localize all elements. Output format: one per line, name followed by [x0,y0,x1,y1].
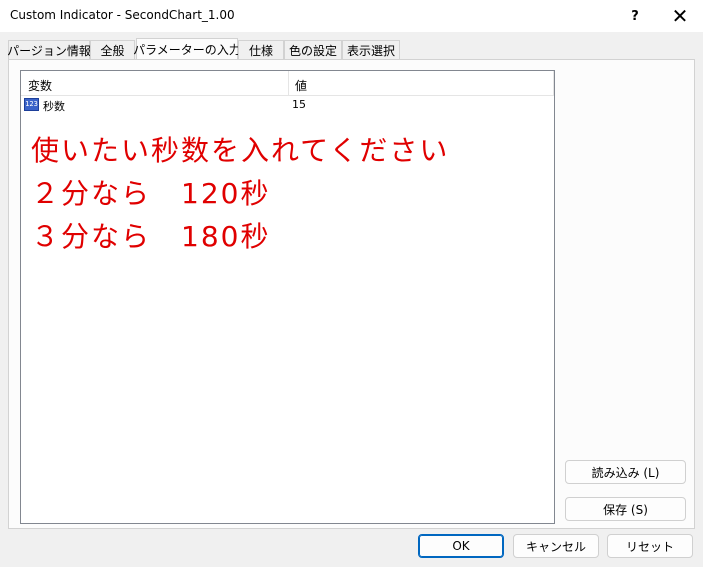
cancel-button[interactable]: キャンセル [513,534,599,558]
column-divider[interactable] [288,71,289,95]
integer-type-icon: 123 [24,98,39,111]
annotation-line-1: 使いたい秒数を入れてください [31,134,450,167]
annotation-line-3: ３分なら 180秒 [31,220,271,253]
window-title: Custom Indicator - SecondChart_1.00 [10,8,235,22]
column-divider[interactable] [553,71,554,95]
close-icon: ✕ [671,4,689,28]
parameter-list[interactable]: 変数 値 123 秒数 15 使いたい秒数を入れてください ２分なら 120秒 … [20,70,555,524]
row-value[interactable]: 15 [292,98,306,111]
row-variable-name: 秒数 [43,100,65,113]
annotation-line-2: ２分なら 120秒 [31,177,271,210]
title-bar: Custom Indicator - SecondChart_1.00 ? ✕ [0,0,703,32]
tab-general[interactable]: 全般 [90,40,135,59]
reset-button[interactable]: リセット [607,534,693,558]
table-row[interactable]: 123 秒数 15 [21,96,554,114]
tab-specification[interactable]: 仕様 [238,40,284,59]
list-header: 変数 値 [21,71,554,96]
ok-button[interactable]: OK [418,534,504,558]
tab-version-info[interactable]: パージョン情報 [7,40,91,59]
tab-colors[interactable]: 色の設定 [284,40,342,59]
load-button[interactable]: 読み込み (L) [565,460,686,484]
tab-parameters[interactable]: パラメーターの入力 [133,38,241,60]
save-button[interactable]: 保存 (S) [565,497,686,521]
column-header-value[interactable]: 値 [295,77,307,94]
tab-display[interactable]: 表示選択 [342,40,400,59]
help-button[interactable]: ? [612,0,658,32]
column-header-variable[interactable]: 変数 [28,77,52,94]
close-button[interactable]: ✕ [657,0,703,32]
